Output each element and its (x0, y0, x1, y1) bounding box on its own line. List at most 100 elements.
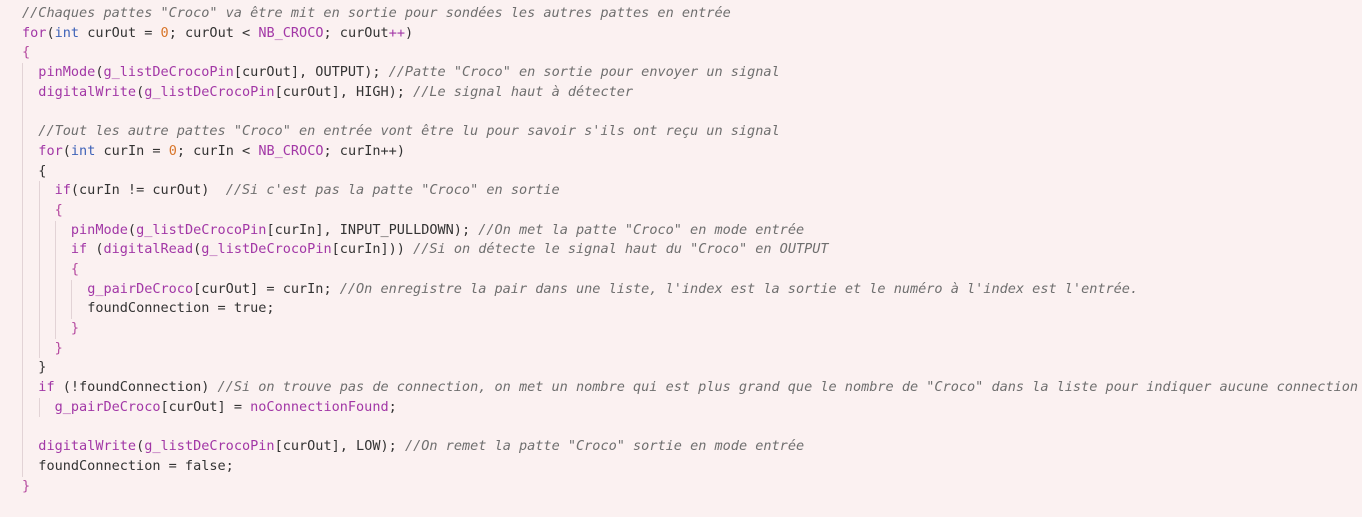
indent-guide (22, 240, 24, 260)
indent-guide (22, 279, 24, 300)
indent-guide (22, 259, 24, 280)
code-token-plain: ( (136, 438, 145, 455)
code-token-plain: ( (46, 24, 55, 41)
code-token-plain: foundConnection = true; (87, 300, 275, 317)
indent-guide (71, 299, 73, 319)
code-token-fn: digitalWrite (38, 438, 137, 455)
indent-guide (38, 200, 40, 221)
code-line[interactable]: { (0, 43, 1362, 63)
code-token-comment: //Tout les autre pattes "Croco" en entré… (38, 123, 780, 140)
code-token-brace: } (54, 339, 63, 356)
indentation (22, 320, 71, 336)
code-line[interactable]: { (0, 200, 1362, 221)
indent-guide (38, 397, 40, 418)
indent-guide (22, 417, 24, 438)
code-line[interactable]: for(int curIn = 0; curIn < NB_CROCO; cur… (0, 141, 1362, 162)
code-line[interactable]: g_pairDeCroco[curOut] = curIn; //On enre… (0, 279, 1362, 300)
code-token-keyword: for (22, 24, 47, 41)
indent-guide (38, 220, 40, 241)
code-token-comment: //Patte "Croco" en sortie pour envoyer u… (388, 64, 780, 81)
code-token-comment: //Si c'est pas la patte "Croco" en sorti… (225, 182, 560, 199)
code-token-plain: [curOut], OUTPUT); (233, 64, 389, 81)
indentation (22, 64, 38, 80)
code-token-fn: g_listDeCrocoPin (144, 83, 275, 100)
code-token-fn: pinMode (70, 221, 128, 238)
indent-guide (55, 240, 57, 260)
code-line[interactable]: } (0, 358, 1362, 379)
code-token-fn: pinMode (38, 64, 96, 81)
code-token-plain: [curOut], LOW); (274, 438, 405, 455)
code-line[interactable]: { (0, 259, 1362, 280)
code-token-plain: ( (136, 83, 145, 100)
code-token-fn: g_listDeCrocoPin (136, 221, 267, 238)
code-line[interactable]: pinMode(g_listDeCrocoPin[curIn], INPUT_P… (0, 220, 1362, 241)
indent-guide (22, 338, 24, 359)
indent-guide (22, 397, 24, 418)
indent-guide (22, 200, 24, 221)
code-editor[interactable]: //Chaques pattes "Croco" va être mit en … (0, 0, 1362, 517)
indent-guide (55, 319, 57, 339)
code-token-plain: [curIn], INPUT_PULLDOWN); (266, 221, 479, 238)
indentation (22, 379, 38, 395)
code-line[interactable]: } (0, 319, 1362, 339)
indent-guide (22, 82, 24, 103)
code-line[interactable]: foundConnection = true; (0, 299, 1362, 319)
code-token-keyword: ++ (388, 24, 405, 41)
code-line[interactable]: digitalWrite(g_listDeCrocoPin[curOut], H… (0, 82, 1362, 103)
code-line[interactable]: pinMode(g_listDeCrocoPin[curOut], OUTPUT… (0, 63, 1362, 83)
indent-guide (22, 63, 24, 83)
indentation (22, 123, 38, 139)
code-token-plain: foundConnection = false; (38, 457, 234, 474)
code-token-plain: ) (404, 24, 414, 41)
code-token-keyword: for (38, 142, 63, 159)
indent-guide (38, 338, 40, 359)
code-line[interactable]: g_pairDeCroco[curOut] = noConnectionFoun… (0, 397, 1362, 418)
code-line[interactable]: if (digitalRead(g_listDeCrocoPin[curIn])… (0, 240, 1362, 260)
code-token-fn: g_listDeCrocoPin (103, 64, 234, 81)
code-line[interactable]: } (0, 338, 1362, 359)
code-token-type: int (70, 142, 96, 159)
code-token-plain: curIn = (95, 142, 169, 159)
code-token-const: NB_CROCO (258, 142, 324, 159)
indent-guide (38, 279, 40, 300)
code-token-type: int (54, 24, 80, 41)
code-token-plain: ( (62, 142, 71, 159)
indentation (22, 103, 38, 119)
indent-guide (71, 279, 73, 300)
code-token-plain: ; curOut (323, 24, 389, 41)
code-token-plain: (!foundConnection) (54, 379, 218, 396)
code-line[interactable]: //Chaques pattes "Croco" va être mit en … (0, 4, 1362, 24)
indentation (22, 438, 38, 454)
code-line[interactable] (0, 417, 1362, 438)
code-line[interactable]: { (0, 161, 1362, 182)
indent-guide (22, 161, 24, 182)
code-line[interactable]: //Tout les autre pattes "Croco" en entré… (0, 122, 1362, 142)
code-token-comment: //Le signal haut à détecter (413, 83, 634, 100)
code-token-comment: //Chaques pattes "Croco" va être mit en … (22, 5, 731, 21)
indent-guide (38, 319, 40, 339)
code-line[interactable]: } (0, 477, 1362, 497)
code-line[interactable]: for(int curOut = 0; curOut < NB_CROCO; c… (0, 24, 1362, 44)
code-token-plain: ; curOut < (168, 24, 259, 41)
code-line[interactable]: if (!foundConnection) //Si on trouve pas… (0, 378, 1362, 398)
indent-guide (22, 437, 24, 457)
code-token-comment: //Si on détecte le signal haut du "Croco… (413, 241, 829, 258)
code-token-plain: [curOut], HIGH); (274, 83, 414, 100)
code-token-plain: [curOut] = (160, 398, 251, 415)
code-token-fn: g_listDeCrocoPin (201, 241, 332, 258)
code-token-comment: //On remet la patte "Croco" sortie en mo… (404, 438, 805, 455)
code-token-const: NB_CROCO (258, 24, 324, 41)
code-token-brace: } (22, 477, 31, 494)
code-line[interactable]: digitalWrite(g_listDeCrocoPin[curOut], L… (0, 437, 1362, 457)
indent-guide (22, 122, 24, 142)
code-line[interactable]: if(curIn != curOut) //Si c'est pas la pa… (0, 181, 1362, 201)
code-token-fn: g_pairDeCroco (54, 398, 161, 415)
code-token-brace: { (70, 260, 80, 277)
code-token-plain: [curIn])) (331, 241, 414, 258)
indent-guide (38, 259, 40, 280)
indentation (22, 143, 38, 159)
code-token-fn: noConnectionFound (250, 398, 389, 415)
code-line[interactable] (0, 102, 1362, 123)
indent-guide (38, 240, 40, 260)
code-line[interactable]: foundConnection = false; (0, 456, 1362, 477)
